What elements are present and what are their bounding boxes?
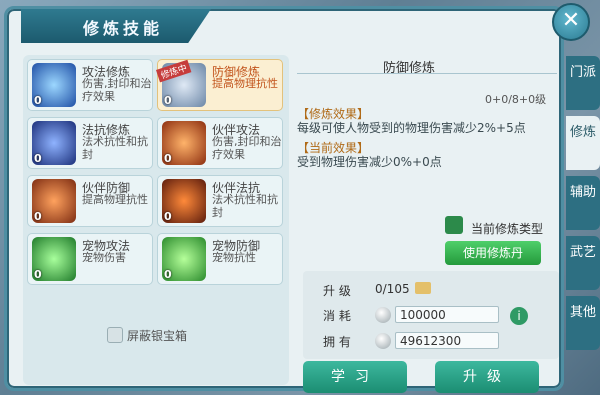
own-label: 拥 有 (323, 335, 351, 349)
silver-coin-icon (375, 307, 391, 323)
skill-level: 0 (164, 94, 172, 107)
level-value: 0/105 (375, 282, 410, 296)
skill-desc: 宠物伤害 (82, 251, 126, 264)
skill-card-partner-resist[interactable]: 0 伙伴法抗 法术抗性和抗封 (157, 175, 283, 227)
mask-chest-label: 屏蔽银宝箱 (127, 329, 188, 343)
header-divider (297, 73, 557, 74)
cost-value: 100000 (400, 308, 446, 322)
close-button[interactable]: ✕ (552, 3, 590, 41)
silver-coin-icon (375, 333, 391, 349)
upgrade-button[interactable]: 升级 (435, 361, 539, 393)
info-icon[interactable]: i (510, 307, 528, 325)
skill-panel: 修炼技能 0 攻法修炼 伤害,封印和治疗效果 修炼中 0 防御修炼 提高物理抗性… (4, 6, 564, 393)
skill-card-partner-defense[interactable]: 0 伙伴防御 提高物理抗性 (27, 175, 153, 227)
book-icon[interactable] (415, 282, 431, 294)
level-label: 升 级 (323, 284, 351, 298)
cost-field: 100000 (395, 306, 499, 323)
skill-card-attack-magic[interactable]: 0 攻法修炼 伤害,封印和治疗效果 (27, 59, 153, 111)
tab-sect[interactable]: 门派 (566, 56, 600, 110)
tab-martial[interactable]: 武艺 (566, 236, 600, 290)
current-type-checkbox[interactable] (445, 216, 463, 234)
skill-level: 0 (34, 94, 42, 107)
own-field: 49612300 (395, 332, 499, 349)
skill-desc: 提高物理抗性 (82, 193, 148, 206)
skill-level: 0 (164, 268, 172, 281)
training-level: 0+0/8+0级 (485, 93, 547, 106)
skill-level: 0 (34, 152, 42, 165)
skill-desc: 宠物抗性 (212, 251, 256, 264)
close-icon: ✕ (561, 8, 581, 33)
tab-assist[interactable]: 辅助 (566, 176, 600, 230)
title-tab: 修炼技能 (21, 9, 211, 43)
skill-level: 0 (164, 152, 172, 165)
mask-chest-checkbox[interactable] (107, 327, 123, 343)
skill-level: 0 (34, 268, 42, 281)
panel-title: 修炼技能 (83, 19, 164, 38)
tab-training[interactable]: 修炼 (566, 116, 600, 170)
effect-text: 每级可使人物受到的物理伤害减少2%+5点 (297, 121, 526, 135)
skill-desc: 伤害,封印和治疗效果 (212, 135, 282, 161)
skill-level: 0 (164, 210, 172, 223)
tab-other[interactable]: 其他 (566, 296, 600, 350)
current-type-label: 当前修炼类型 (471, 222, 544, 236)
cost-label: 消 耗 (323, 309, 351, 323)
skill-desc: 法术抗性和抗封 (82, 135, 148, 161)
own-value: 49612300 (400, 334, 462, 348)
skill-level: 0 (34, 210, 42, 223)
skill-card-defense[interactable]: 修炼中 0 防御修炼 提高物理抗性 (156, 59, 283, 111)
skill-desc: 法术抗性和抗封 (212, 193, 278, 219)
skill-desc: 提高物理抗性 (212, 77, 278, 90)
skill-card-pet-defense[interactable]: 0 宠物防御 宠物抗性 (157, 233, 283, 285)
skill-card-pet-attack[interactable]: 0 宠物攻法 宠物伤害 (27, 233, 153, 285)
skill-desc: 伤害,封印和治疗效果 (82, 77, 152, 103)
learn-button[interactable]: 学习 (303, 361, 407, 393)
current-effect-text: 受到物理伤害减少0%+0点 (297, 155, 442, 169)
skill-card-partner-attack[interactable]: 0 伙伴攻法 伤害,封印和治疗效果 (157, 117, 283, 169)
use-pill-button[interactable]: 使用修炼丹 (445, 241, 541, 265)
skill-card-magic-resist[interactable]: 0 法抗修炼 法术抗性和抗封 (27, 117, 153, 169)
